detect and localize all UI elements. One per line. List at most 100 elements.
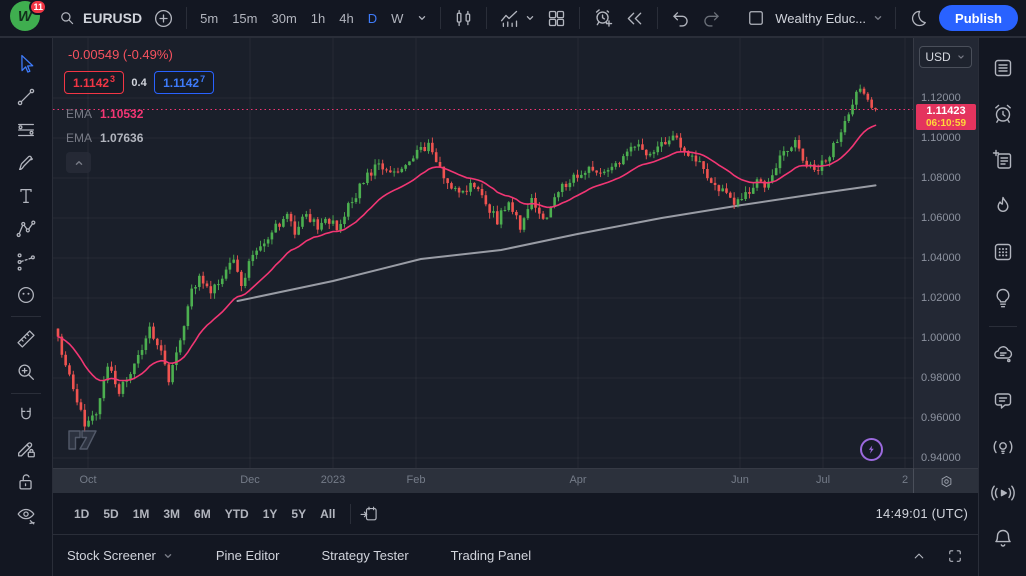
quick-search-button[interactable] <box>903 4 933 32</box>
sell-bid-button[interactable]: 1.11423 <box>64 71 124 94</box>
lightbulb-icon <box>991 286 1015 310</box>
expand-panel-button[interactable] <box>910 547 928 565</box>
undo-button[interactable] <box>665 4 696 33</box>
multichart-layout-button[interactable] <box>541 4 572 33</box>
search-icon <box>58 9 76 27</box>
crescent-icon <box>908 8 928 28</box>
live-ideas-button[interactable] <box>984 427 1022 467</box>
tool-measure-button[interactable] <box>8 322 44 355</box>
minds-button[interactable] <box>984 335 1022 375</box>
interval-1h[interactable]: 1h <box>305 7 331 30</box>
currency-selector[interactable]: USD <box>919 46 972 68</box>
chevron-down-icon <box>956 52 966 62</box>
range-5y-button[interactable]: 5Y <box>284 502 313 526</box>
tab-stock-screener[interactable]: Stock Screener <box>67 548 174 563</box>
price-tick-label: 1.06000 <box>921 211 961 225</box>
chart-style-button[interactable] <box>448 4 479 33</box>
layout-name-button[interactable]: Wealthy Educ... <box>771 7 888 30</box>
text-icon <box>15 185 37 207</box>
chart-pane: -0.00549 (-0.49%) 1.11423 0.4 1.11427 EM… <box>53 38 913 468</box>
interval-15m[interactable]: 15m <box>226 7 263 30</box>
ema-slow-label: EMA <box>66 131 92 145</box>
calendar-button[interactable] <box>984 232 1022 272</box>
indicators-icon <box>499 8 520 29</box>
hide-all-drawings-button[interactable] <box>8 498 44 531</box>
news-button[interactable] <box>984 140 1022 180</box>
interval-30m[interactable]: 30m <box>265 7 302 30</box>
watchlist-button[interactable] <box>984 48 1022 88</box>
tool-xabcd-pattern-button[interactable] <box>8 212 44 245</box>
fullscreen-button[interactable] <box>946 547 964 565</box>
time-axis[interactable]: OctDec2023FebAprJunJul2 <box>53 468 913 493</box>
symbol-change-text: -0.00549 (-0.49%) <box>68 47 173 62</box>
compare-add-symbol-button[interactable] <box>148 4 179 33</box>
indicator-legend-row[interactable]: EMA 1.07636 <box>66 131 143 145</box>
tool-trend-line-button[interactable] <box>8 80 44 113</box>
range-all-button[interactable]: All <box>313 502 342 526</box>
range-6m-button[interactable]: 6M <box>187 502 218 526</box>
calendar-dots-icon <box>991 240 1015 264</box>
go-to-date-button[interactable] <box>359 504 379 524</box>
symbol-search-button[interactable]: EURUSD <box>52 5 148 31</box>
publish-button[interactable]: Publish <box>939 5 1018 31</box>
tool-text-button[interactable] <box>8 179 44 212</box>
range-1m-button[interactable]: 1M <box>126 502 157 526</box>
hotlists-button[interactable] <box>984 186 1022 226</box>
instant-trading-button[interactable] <box>860 438 883 461</box>
undo-icon <box>670 8 691 29</box>
drawing-mode-button[interactable] <box>8 432 44 465</box>
chat-button[interactable] <box>984 381 1022 421</box>
range-1d-button[interactable]: 1D <box>67 502 96 526</box>
range-3m-button[interactable]: 3M <box>156 502 187 526</box>
bar-replay-button[interactable] <box>619 4 650 33</box>
notifications-button[interactable] <box>984 519 1022 559</box>
indicators-button[interactable] <box>494 4 541 33</box>
toolbar-separator <box>350 504 351 524</box>
bid-ask-row: 1.11423 0.4 1.11427 <box>64 71 214 94</box>
price-tick-label: 1.12000 <box>921 91 961 105</box>
ideas-button[interactable] <box>984 278 1022 318</box>
clock-utc[interactable]: 14:49:01 (UTC) <box>876 506 968 521</box>
redo-button[interactable] <box>696 4 727 33</box>
range-ytd-button[interactable]: YTD <box>218 502 256 526</box>
tool-forecast-button[interactable] <box>8 245 44 278</box>
interval-1d-active[interactable]: D <box>362 7 383 30</box>
time-tick-label: Jul <box>816 474 830 486</box>
interval-5m[interactable]: 5m <box>194 7 224 30</box>
fullscreen-icon <box>946 547 964 565</box>
tab-trading-panel[interactable]: Trading Panel <box>451 548 531 563</box>
tool-zoom-in-button[interactable] <box>8 355 44 388</box>
chart-settings-corner[interactable] <box>913 468 978 493</box>
interval-1w[interactable]: W <box>385 7 409 30</box>
price-axis[interactable]: USD 1.120001.100001.080001.060001.040001… <box>913 38 978 468</box>
layout-square-icon <box>746 8 766 28</box>
tool-fib-retracement-button[interactable] <box>8 113 44 146</box>
interval-menu-button[interactable] <box>411 8 433 28</box>
currency-label: USD <box>925 50 950 64</box>
bottom-panel-bar: Stock Screener Pine Editor Strategy Test… <box>53 535 978 576</box>
user-menu-button[interactable]: W 11 <box>10 1 44 35</box>
legend-collapse-button[interactable] <box>66 152 91 173</box>
magnet-mode-button[interactable] <box>8 399 44 432</box>
tool-cursor-button[interactable] <box>8 47 44 80</box>
bid-price: 1.1142 <box>73 76 109 90</box>
flame-icon <box>991 194 1015 218</box>
range-1y-button[interactable]: 1Y <box>256 502 285 526</box>
tool-emoji-button[interactable] <box>8 278 44 311</box>
eye-brush-icon <box>15 504 37 526</box>
buy-ask-button[interactable]: 1.11427 <box>154 71 214 94</box>
indicator-legend-row[interactable]: EMA 1.10532 <box>66 107 143 121</box>
tool-brush-button[interactable] <box>8 146 44 179</box>
interval-4h[interactable]: 4h <box>333 7 359 30</box>
create-alert-button[interactable] <box>587 3 619 33</box>
save-layout-button[interactable] <box>741 4 771 32</box>
price-tick-label: 1.02000 <box>921 291 961 305</box>
time-tick-label: Oct <box>79 474 96 486</box>
chart-canvas[interactable] <box>53 38 913 468</box>
tab-pine-editor[interactable]: Pine Editor <box>216 548 280 563</box>
alerts-button[interactable] <box>984 94 1022 134</box>
streams-button[interactable] <box>984 473 1022 513</box>
lock-all-drawings-button[interactable] <box>8 465 44 498</box>
tab-strategy-tester[interactable]: Strategy Tester <box>321 548 408 563</box>
range-5d-button[interactable]: 5D <box>96 502 125 526</box>
